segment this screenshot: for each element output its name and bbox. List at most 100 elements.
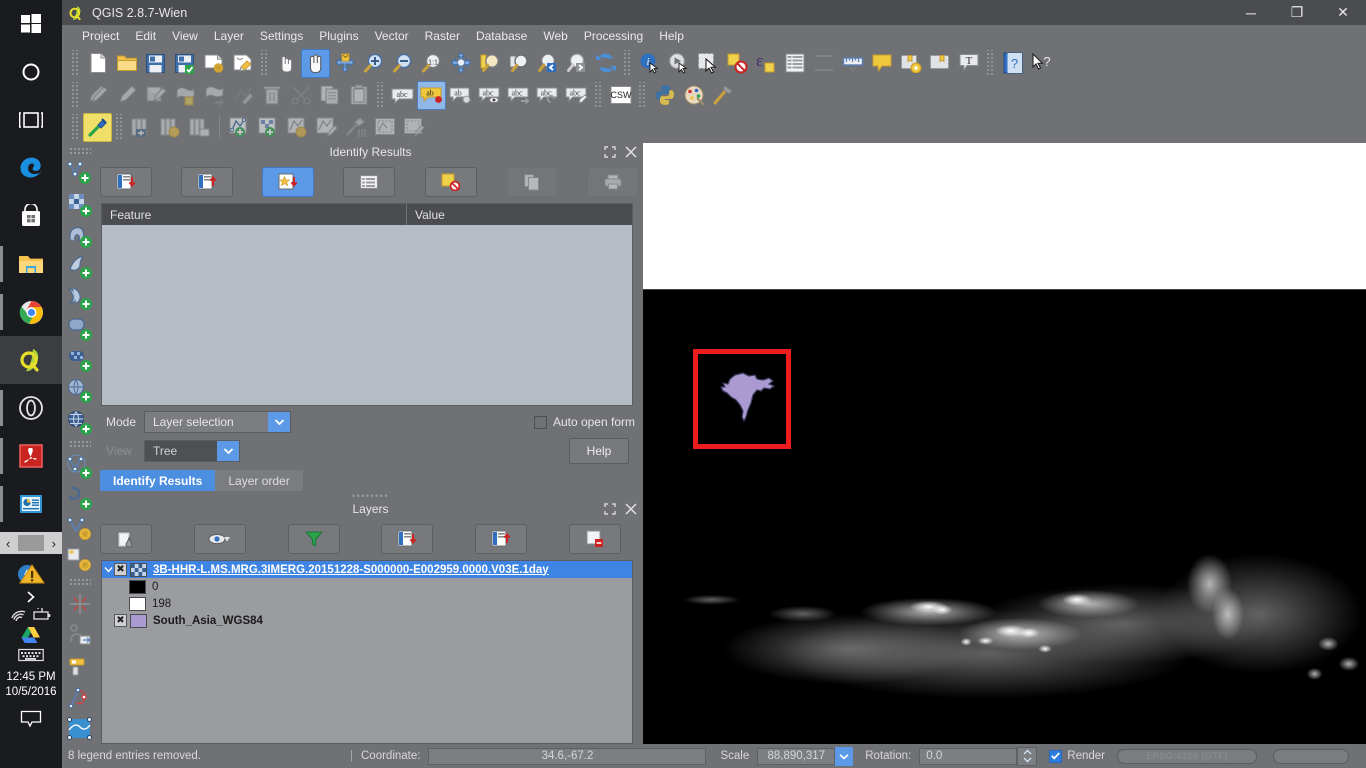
add-feature-icon[interactable]: [170, 81, 199, 110]
zoom-next-icon[interactable]: [562, 49, 591, 78]
zoom-last-icon[interactable]: [533, 49, 562, 78]
file-explorer-icon[interactable]: [0, 240, 62, 288]
task-view-icon[interactable]: [0, 96, 62, 144]
dock-splitter[interactable]: ••••••••: [98, 491, 643, 501]
delete-selected-icon[interactable]: [257, 81, 286, 110]
minimize-button[interactable]: ─: [1228, 0, 1274, 25]
zoom-to-selection-icon[interactable]: [475, 49, 504, 78]
edge-browser-icon[interactable]: [0, 144, 62, 192]
select-features-icon[interactable]: [693, 49, 722, 78]
show-hidden-icons-icon[interactable]: [0, 590, 62, 604]
rotation-stepper[interactable]: [1017, 746, 1038, 766]
georeferencer-icon[interactable]: [64, 544, 96, 575]
qgis-taskbar-icon[interactable]: [0, 336, 62, 384]
wifi-icon[interactable]: [10, 608, 28, 622]
layer-tree[interactable]: ✖ 3B-HHR-L.MS.MRG.3IMERG.20151228-S00000…: [101, 560, 633, 744]
add-delimited-text-layer-icon[interactable]: [64, 451, 96, 482]
menu-processing[interactable]: Processing: [576, 27, 651, 45]
new-composer-template-icon[interactable]: [370, 113, 399, 142]
layer-visibility-checkbox[interactable]: ✖: [114, 563, 127, 576]
open-project-icon[interactable]: [112, 49, 141, 78]
scale-value[interactable]: 88,890,317: [757, 747, 836, 765]
column-header-value[interactable]: Value: [407, 204, 632, 225]
new-print-composer-icon[interactable]: [199, 49, 228, 78]
new-memory-layer-icon[interactable]: [283, 113, 312, 142]
expand-new-results-icon[interactable]: [100, 167, 152, 197]
statistical-summary-icon[interactable]: [809, 49, 838, 78]
rotate-label-icon[interactable]: abc: [533, 81, 562, 110]
action-center-warning-icon[interactable]: [0, 560, 62, 586]
glue-plugin-icon[interactable]: [83, 112, 112, 142]
add-wcs-layer-icon[interactable]: [64, 376, 96, 407]
menu-view[interactable]: View: [164, 27, 206, 45]
add-spatialite-layer-icon[interactable]: [64, 251, 96, 282]
toolbar-grip[interactable]: [638, 82, 647, 108]
close-icon[interactable]: [625, 503, 637, 515]
coordinate-field[interactable]: 34.6,-67.2: [428, 747, 707, 765]
whats-this-icon[interactable]: ?: [1027, 49, 1056, 78]
toolbar-grip[interactable]: [115, 114, 124, 140]
help-contents-icon[interactable]: ?: [998, 49, 1027, 78]
float-icon[interactable]: [604, 146, 616, 158]
chevron-down-icon[interactable]: [268, 412, 290, 432]
show-attribute-form-icon[interactable]: [343, 167, 396, 197]
cut-features-icon[interactable]: [286, 81, 315, 110]
taskbar-scrollbar[interactable]: ‹ ›: [0, 532, 62, 554]
touch-keyboard-icon[interactable]: [0, 648, 62, 662]
zoom-native-icon[interactable]: 1:1: [417, 49, 446, 78]
zoom-in-icon[interactable]: [359, 49, 388, 78]
add-vector-layer-icon[interactable]: [64, 158, 96, 189]
copy-features-icon[interactable]: [315, 81, 344, 110]
menu-raster[interactable]: Raster: [417, 27, 468, 45]
layer-tree-row-vector[interactable]: ✖ South_Asia_WGS84: [102, 612, 632, 629]
edit-composer-template-icon[interactable]: [399, 113, 428, 142]
run-feature-action-icon[interactable]: [664, 49, 693, 78]
new-spatialite-layer-icon[interactable]: [254, 113, 283, 142]
composer-manager-icon[interactable]: [228, 49, 257, 78]
deselect-features-icon[interactable]: [722, 49, 751, 78]
taskbar-clock[interactable]: 12:45 PM 10/5/2016: [5, 670, 56, 700]
refresh-icon[interactable]: [591, 49, 620, 78]
zoom-full-icon[interactable]: [446, 49, 475, 78]
render-toggle[interactable]: Render: [1049, 749, 1105, 763]
toolbar-grip[interactable]: [260, 50, 269, 76]
add-raster-layer-icon[interactable]: [64, 189, 96, 220]
node-tool-icon[interactable]: [228, 81, 257, 110]
zoom-out-icon[interactable]: [388, 49, 417, 78]
close-icon[interactable]: [625, 146, 637, 158]
taskbar-scroll-thumb[interactable]: [18, 535, 44, 551]
plugin-builder-icon[interactable]: [708, 81, 737, 110]
tab-layer-order[interactable]: Layer order: [215, 470, 303, 491]
rotation-field[interactable]: 0.0: [919, 747, 1018, 765]
offline-editing-icon[interactable]: [64, 619, 96, 650]
toggle-editing-icon[interactable]: [112, 81, 141, 110]
render-checkbox[interactable]: [1049, 749, 1063, 763]
identify-features-icon[interactable]: i: [635, 49, 664, 78]
cortana-search-icon[interactable]: [0, 48, 62, 96]
messages-status-button[interactable]: [1273, 748, 1349, 764]
toolbar-grip[interactable]: [986, 50, 995, 76]
new-gpx-layer-icon[interactable]: [312, 113, 341, 142]
text-annotation-icon[interactable]: T: [954, 49, 983, 78]
pan-to-selection-icon[interactable]: [330, 49, 359, 78]
new-project-icon[interactable]: [83, 49, 112, 78]
google-drive-icon[interactable]: [0, 626, 62, 644]
taskbar-scroll-right-icon[interactable]: ›: [46, 536, 62, 551]
expand-all-layers-icon[interactable]: [381, 524, 434, 554]
menu-web[interactable]: Web: [535, 27, 575, 45]
new-memory-layer-icon[interactable]: [64, 513, 96, 544]
toolbar-grip[interactable]: [71, 114, 80, 140]
save-project-as-icon[interactable]: [170, 49, 199, 78]
python-console-icon[interactable]: [650, 81, 679, 110]
adobe-reader-icon[interactable]: [0, 432, 62, 480]
pan-map-icon[interactable]: [301, 48, 330, 78]
menu-plugins[interactable]: Plugins: [311, 27, 366, 45]
crs-status-button[interactable]: EPSG:4326 (OTF): [1117, 748, 1257, 764]
map-canvas[interactable]: [643, 143, 1366, 744]
new-bookmark-icon[interactable]: [896, 49, 925, 78]
metasearch-csw-icon[interactable]: CSW: [606, 81, 635, 110]
road-graph-icon[interactable]: [64, 682, 96, 713]
add-wfs-layer-icon[interactable]: [64, 407, 96, 438]
menu-project[interactable]: Project: [74, 27, 127, 45]
help-button[interactable]: Help: [569, 438, 629, 464]
